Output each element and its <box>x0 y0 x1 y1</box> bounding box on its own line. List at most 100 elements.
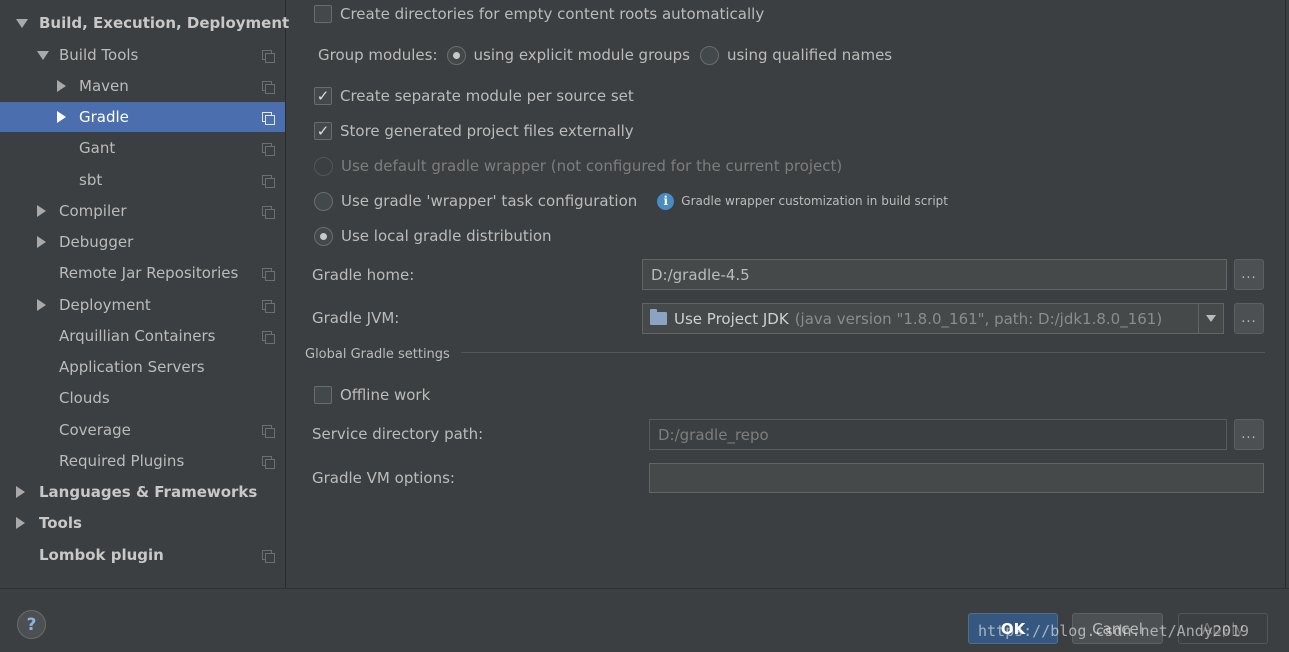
explicit-groups-label[interactable]: using explicit module groups <box>474 46 690 64</box>
global-settings-divider <box>461 352 1265 353</box>
project-settings-icon <box>262 424 275 438</box>
default-wrapper-option: Use default gradle wrapper (not configur… <box>314 156 842 176</box>
sidebar-item-tools[interactable]: Tools <box>0 508 285 538</box>
sidebar-item-label: Required Plugins <box>59 452 185 470</box>
sidebar-item-build-tools[interactable]: Build Tools <box>0 40 285 70</box>
gradle-home-browse-button[interactable]: ... <box>1234 259 1264 290</box>
service-dir-label: Service directory path: <box>312 425 484 443</box>
sidebar-item-application-servers[interactable]: Application Servers <box>0 352 285 382</box>
qualified-names-label[interactable]: using qualified names <box>727 46 892 64</box>
sidebar-item-label: Compiler <box>59 202 127 220</box>
gradle-jvm-select[interactable]: Use Project JDK (java version "1.8.0_161… <box>642 303 1224 334</box>
create-dirs-option[interactable]: Create directories for empty content roo… <box>314 4 764 24</box>
gradle-jvm-detail: (java version "1.8.0_161", path: D:/jdk1… <box>794 309 1163 328</box>
service-dir-input[interactable]: D:/gradle_repo <box>649 419 1227 450</box>
vm-options-input[interactable] <box>649 463 1264 493</box>
gradle-home-label: Gradle home: <box>312 266 415 284</box>
gradle-jvm-value: Use Project JDK <box>674 309 789 328</box>
create-dirs-checkbox[interactable] <box>314 5 332 23</box>
expand-down-icon[interactable] <box>37 50 49 60</box>
sidebar-item-label: Languages & Frameworks <box>39 483 258 501</box>
sidebar-item-label: Tools <box>39 514 82 532</box>
wrapper-task-radio[interactable] <box>314 191 333 211</box>
separate-module-option[interactable]: ✓ Create separate module per source set <box>314 86 634 106</box>
store-external-label: Store generated project files externally <box>340 122 634 140</box>
sidebar-item-deployment[interactable]: Deployment <box>0 290 285 320</box>
service-dir-value: D:/gradle_repo <box>658 425 769 444</box>
project-settings-icon <box>262 549 275 563</box>
panel-border <box>1285 0 1286 588</box>
default-wrapper-label: Use default gradle wrapper (not configur… <box>341 157 843 175</box>
sidebar-item-label: Build Tools <box>59 46 139 64</box>
settings-tree: Build, Execution, Deployment Build Tools M… <box>0 0 289 588</box>
dialog-footer: ? OK Cancel Apply https://blog.csdn.net/… <box>0 588 1289 652</box>
store-external-checkbox[interactable]: ✓ <box>314 122 332 140</box>
offline-work-label: Offline work <box>340 386 431 404</box>
wrapper-info-text: Gradle wrapper customization in build sc… <box>681 194 948 208</box>
sidebar-item-label: Deployment <box>59 296 151 314</box>
store-external-option[interactable]: ✓ Store generated project files external… <box>314 121 634 141</box>
separate-module-label: Create separate module per source set <box>340 87 634 105</box>
sidebar-item-label: Debugger <box>59 233 134 251</box>
jdk-folder-icon <box>650 309 667 325</box>
chevron-down-icon[interactable] <box>1198 304 1223 333</box>
offline-work-option[interactable]: Offline work <box>314 385 430 405</box>
expand-right-icon[interactable] <box>57 80 66 92</box>
expand-right-icon[interactable] <box>37 205 46 217</box>
sidebar-item-lombok-plugin[interactable]: Lombok plugin <box>0 540 285 570</box>
gradle-jvm-browse-button[interactable]: ... <box>1234 303 1264 334</box>
sidebar-item-label: sbt <box>79 171 103 189</box>
help-button[interactable]: ? <box>17 610 46 639</box>
sidebar-item-label: Coverage <box>59 421 131 439</box>
local-dist-option[interactable]: Use local gradle distribution <box>314 226 552 246</box>
sidebar-item-maven[interactable]: Maven <box>0 71 285 101</box>
explicit-groups-radio[interactable] <box>446 45 466 65</box>
global-settings-title: Global Gradle settings <box>305 346 450 362</box>
sidebar-item-gradle[interactable]: Gradle <box>0 102 285 132</box>
expand-right-icon[interactable] <box>57 111 66 123</box>
expand-down-icon[interactable] <box>16 18 28 28</box>
separate-module-checkbox[interactable]: ✓ <box>314 87 332 105</box>
project-settings-icon <box>262 174 275 188</box>
sidebar-item-label: Remote Jar Repositories <box>59 264 239 282</box>
sidebar-item-required-plugins[interactable]: Required Plugins <box>0 446 285 476</box>
sidebar-item-debugger[interactable]: Debugger <box>0 227 285 257</box>
gradle-settings-panel: Create directories for empty content roo… <box>286 0 1289 588</box>
sidebar-item-build-execution-deployment[interactable]: Build, Execution, Deployment <box>0 8 289 38</box>
project-settings-icon <box>262 142 275 156</box>
sidebar-item-arquillian-containers[interactable]: Arquillian Containers <box>0 321 285 351</box>
sidebar-item-compiler[interactable]: Compiler <box>0 196 285 226</box>
vm-options-label: Gradle VM options: <box>312 469 455 487</box>
sidebar-item-label: Lombok plugin <box>39 546 164 564</box>
expand-right-icon[interactable] <box>16 517 25 529</box>
sidebar-item-clouds[interactable]: Clouds <box>0 383 285 413</box>
local-dist-radio[interactable] <box>314 226 333 246</box>
gradle-home-value: D:/gradle-4.5 <box>651 265 750 284</box>
sidebar-item-label: Clouds <box>59 389 110 407</box>
info-icon: i <box>657 192 675 210</box>
project-settings-icon <box>262 111 275 125</box>
group-modules-label: Group modules: <box>318 46 438 64</box>
sidebar-item-languages-frameworks[interactable]: Languages & Frameworks <box>0 477 285 507</box>
gradle-jvm-label: Gradle JVM: <box>312 309 400 327</box>
sidebar-item-sbt[interactable]: sbt <box>0 165 285 195</box>
create-dirs-label: Create directories for empty content roo… <box>340 5 765 23</box>
service-dir-browse-button[interactable]: ... <box>1234 419 1264 450</box>
sidebar-item-remote-jar-repositories[interactable]: Remote Jar Repositories <box>0 258 285 288</box>
project-settings-icon <box>262 80 275 94</box>
wrapper-task-label: Use gradle 'wrapper' task configuration <box>341 192 638 210</box>
sidebar-item-coverage[interactable]: Coverage <box>0 415 285 445</box>
gradle-home-input[interactable]: D:/gradle-4.5 <box>642 259 1227 290</box>
project-settings-icon <box>262 267 275 281</box>
expand-right-icon[interactable] <box>37 299 46 311</box>
qualified-names-radio[interactable] <box>699 45 719 65</box>
offline-work-checkbox[interactable] <box>314 386 332 404</box>
wrapper-task-option[interactable]: Use gradle 'wrapper' task configuration … <box>314 191 948 211</box>
expand-right-icon[interactable] <box>16 486 25 498</box>
sidebar-item-gant[interactable]: Gant <box>0 133 285 163</box>
project-settings-icon <box>262 49 275 63</box>
project-settings-icon <box>262 299 275 313</box>
sidebar-item-label: Gradle <box>79 108 129 126</box>
expand-right-icon[interactable] <box>37 236 46 248</box>
local-dist-label: Use local gradle distribution <box>341 227 552 245</box>
